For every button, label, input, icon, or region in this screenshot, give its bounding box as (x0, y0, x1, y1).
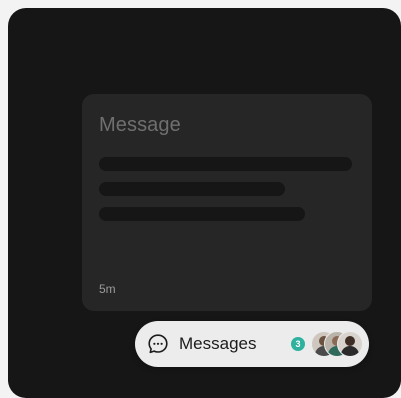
chat-bubble-icon (147, 333, 169, 355)
message-timestamp: 5m (99, 282, 116, 296)
message-card[interactable]: Message 5m (82, 94, 372, 311)
unread-count-badge: 3 (291, 337, 305, 351)
app-frame: Message 5m Messages 3 (8, 8, 401, 398)
avatar (337, 331, 363, 357)
text-placeholder-line-2 (99, 182, 285, 196)
text-placeholder-line-3 (99, 207, 305, 221)
messages-button[interactable]: Messages 3 (135, 321, 369, 367)
avatar-stack (311, 331, 365, 357)
messages-label: Messages (179, 334, 257, 353)
message-card-title: Message (99, 114, 181, 136)
text-placeholder-line-1 (99, 157, 352, 171)
